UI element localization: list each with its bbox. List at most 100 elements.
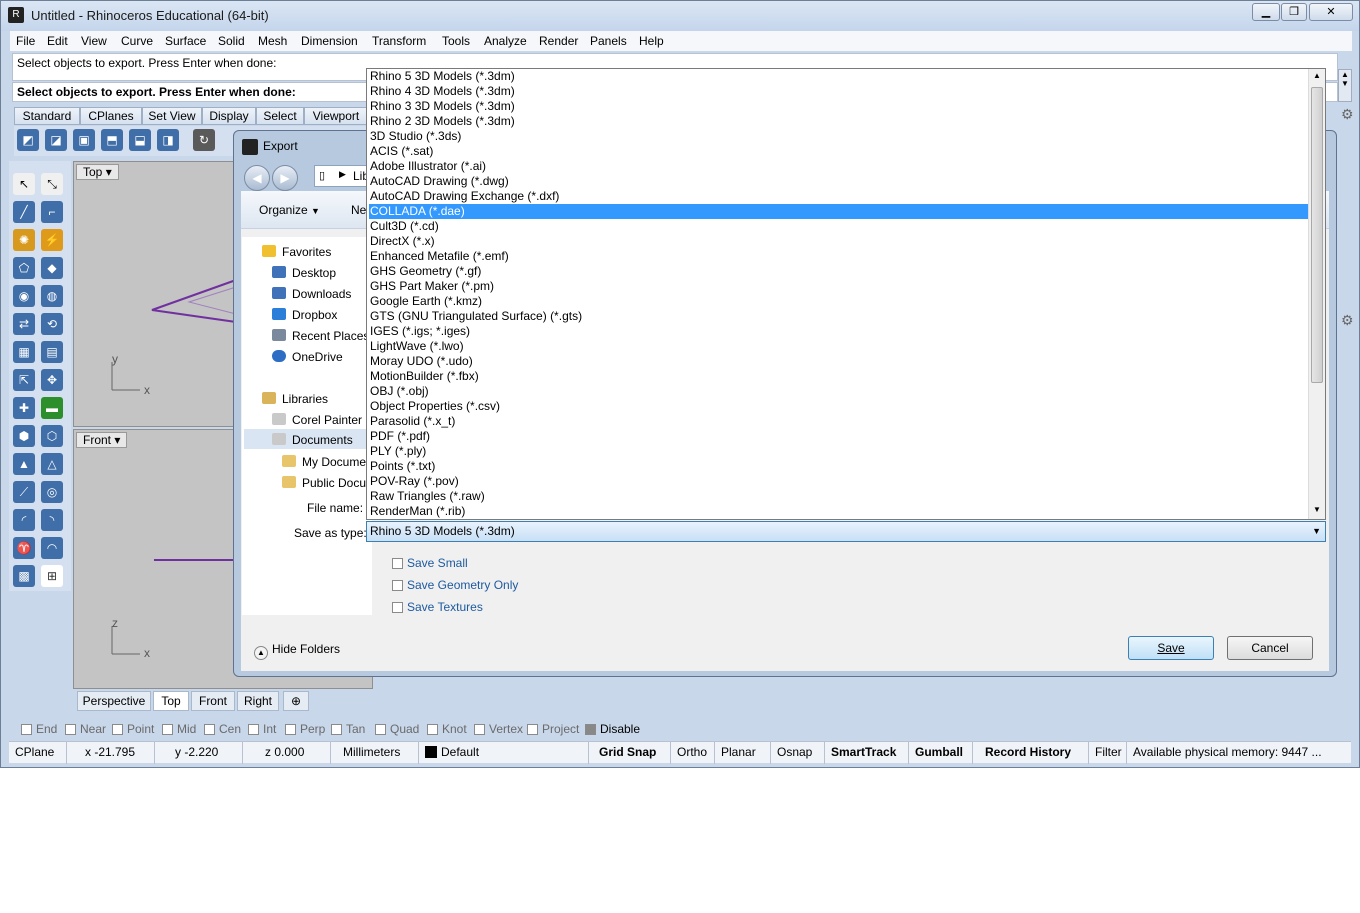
osnap-knot-checkbox[interactable]	[427, 724, 438, 735]
boolean-icon[interactable]: ▤	[41, 341, 63, 363]
file-type-option[interactable]: Rhino 5 3D Models (*.3dm)	[369, 69, 1309, 84]
rotate-icon[interactable]: ⟲	[41, 313, 63, 335]
tab-select[interactable]: Select	[256, 107, 304, 125]
tab-right[interactable]: Right	[237, 691, 279, 711]
new-file-icon[interactable]: ◩	[17, 129, 39, 151]
sphere-icon[interactable]: ◉	[13, 285, 35, 307]
organize-button[interactable]: Organize ▼	[259, 203, 320, 217]
save-geometry-only-checkbox[interactable]	[392, 580, 403, 591]
nav-corel-painter[interactable]: Corel Painter	[272, 413, 362, 427]
file-type-option[interactable]: Rhino 3 3D Models (*.3dm)	[369, 99, 1309, 114]
osnap-tan[interactable]: Tan	[331, 722, 365, 736]
osnap-project[interactable]: Project	[527, 722, 579, 736]
file-type-option[interactable]: ACIS (*.sat)	[369, 144, 1309, 159]
file-type-option[interactable]: PDF (*.pdf)	[369, 429, 1309, 444]
file-type-option[interactable]: Rhino 2 3D Models (*.3dm)	[369, 114, 1309, 129]
loft-icon[interactable]: ⬡	[41, 425, 63, 447]
file-type-option[interactable]: Google Earth (*.kmz)	[369, 294, 1309, 309]
osnap-disable[interactable]: Disable	[585, 722, 640, 736]
file-type-option[interactable]: RenderMan (*.rib)	[369, 504, 1309, 519]
osnap-vertex[interactable]: Vertex	[474, 722, 523, 736]
status-grid-snap[interactable]: Grid Snap	[593, 742, 671, 764]
address-bar[interactable]: ▯ ▶ Lib	[314, 165, 374, 187]
box-icon[interactable]: ⬢	[13, 425, 35, 447]
grid-icon[interactable]: ⊞	[41, 565, 63, 587]
add-viewport-button[interactable]: ⊕	[283, 691, 309, 711]
split-icon[interactable]: ✚	[13, 397, 35, 419]
osnap-vertex-checkbox[interactable]	[474, 724, 485, 735]
nav-desktop[interactable]: Desktop	[272, 266, 336, 280]
status-filter[interactable]: Filter	[1089, 742, 1127, 764]
menu-file[interactable]: File	[16, 34, 35, 48]
status-record-history[interactable]: Record History	[973, 742, 1089, 764]
file-type-option[interactable]: Moray UDO (*.udo)	[369, 354, 1309, 369]
option-save-geometry-only[interactable]: Save Geometry Only	[392, 578, 518, 592]
menu-curve[interactable]: Curve	[121, 34, 153, 48]
open-file-icon[interactable]: ◪	[45, 129, 67, 151]
render-icon[interactable]: ▬	[41, 397, 63, 419]
nav-dropbox[interactable]: Dropbox	[272, 308, 337, 322]
scroll-down-icon[interactable]: ▼	[1313, 505, 1321, 514]
osnap-int[interactable]: Int	[248, 722, 276, 736]
nav-documents[interactable]: Documents	[244, 429, 370, 449]
minimize-button[interactable]: ▁	[1252, 3, 1280, 21]
close-window-button[interactable]: ✕	[1309, 3, 1353, 21]
tab-standard[interactable]: Standard	[14, 107, 80, 125]
osnap-project-checkbox[interactable]	[527, 724, 538, 735]
osnap-tan-checkbox[interactable]	[331, 724, 342, 735]
pipe-icon[interactable]: ⟋	[13, 481, 35, 503]
torus-icon[interactable]: ◎	[41, 481, 63, 503]
file-type-option[interactable]: Raw Triangles (*.raw)	[369, 489, 1309, 504]
status-cplane[interactable]: CPlane	[9, 742, 67, 764]
move-icon[interactable]: ⇄	[13, 313, 35, 335]
scroll-up-icon[interactable]: ▲	[1313, 71, 1321, 80]
menu-edit[interactable]: Edit	[47, 34, 68, 48]
tab-display[interactable]: Display	[202, 107, 256, 125]
osnap-quad-checkbox[interactable]	[375, 724, 386, 735]
osnap-quad[interactable]: Quad	[375, 722, 419, 736]
osnap-near[interactable]: Near	[65, 722, 106, 736]
tab-set-view[interactable]: Set View	[142, 107, 202, 125]
mesh-icon[interactable]: ▩	[13, 565, 35, 587]
pyramid-icon[interactable]: △	[41, 453, 63, 475]
cut-icon[interactable]: ⬓	[129, 129, 151, 151]
status-layer[interactable]: Default	[419, 742, 589, 764]
osnap-end[interactable]: End	[21, 722, 57, 736]
tab-cplanes[interactable]: CPlanes	[80, 107, 142, 125]
nav-onedrive[interactable]: OneDrive	[272, 350, 343, 364]
nav-libraries[interactable]: Libraries	[262, 392, 328, 406]
option-save-textures[interactable]: Save Textures	[392, 600, 483, 614]
file-type-option-selected[interactable]: COLLADA (*.dae)	[369, 204, 1309, 219]
nav-public-documents[interactable]: Public Docu	[282, 476, 366, 490]
file-type-option[interactable]: Rhino 4 3D Models (*.3dm)	[369, 84, 1309, 99]
file-type-option[interactable]: 3D Studio (*.3ds)	[369, 129, 1309, 144]
menu-help[interactable]: Help	[639, 34, 664, 48]
file-type-option[interactable]: PLY (*.ply)	[369, 444, 1309, 459]
file-type-option[interactable]: DirectX (*.x)	[369, 234, 1309, 249]
status-planar[interactable]: Planar	[715, 742, 771, 764]
file-type-dropdown-list[interactable]: Rhino 5 3D Models (*.3dm) Rhino 4 3D Mod…	[366, 68, 1326, 520]
save-as-type-select[interactable]: Rhino 5 3D Models (*.3dm) ▼	[366, 521, 1326, 542]
osnap-cen[interactable]: Cen	[204, 722, 241, 736]
maximize-button[interactable]: ❐	[1281, 3, 1307, 21]
fillet-icon[interactable]: ◝	[41, 509, 63, 531]
menu-mesh[interactable]: Mesh	[258, 34, 287, 48]
gear-icon[interactable]: ⚙	[1341, 312, 1354, 329]
file-type-option[interactable]: IGES (*.igs; *.iges)	[369, 324, 1309, 339]
osnap-mid-checkbox[interactable]	[162, 724, 173, 735]
file-type-option[interactable]: LightWave (*.lwo)	[369, 339, 1309, 354]
file-type-option[interactable]: Adobe Illustrator (*.ai)	[369, 159, 1309, 174]
polyline-icon[interactable]: ⌐	[41, 201, 63, 223]
dome-icon[interactable]: ◠	[41, 537, 63, 559]
revolve-icon[interactable]: ♈	[13, 537, 35, 559]
osnap-point[interactable]: Point	[112, 722, 154, 736]
pan-icon[interactable]: ↻	[193, 129, 215, 151]
surface-icon[interactable]: ◆	[41, 257, 63, 279]
status-osnap[interactable]: Osnap	[771, 742, 825, 764]
menu-panels[interactable]: Panels	[590, 34, 627, 48]
osnap-cen-checkbox[interactable]	[204, 724, 215, 735]
nav-my-documents[interactable]: My Docume	[282, 455, 366, 469]
menu-transform[interactable]: Transform	[372, 34, 426, 48]
file-type-option[interactable]: GHS Part Maker (*.pm)	[369, 279, 1309, 294]
array-icon[interactable]: ▦	[13, 341, 35, 363]
